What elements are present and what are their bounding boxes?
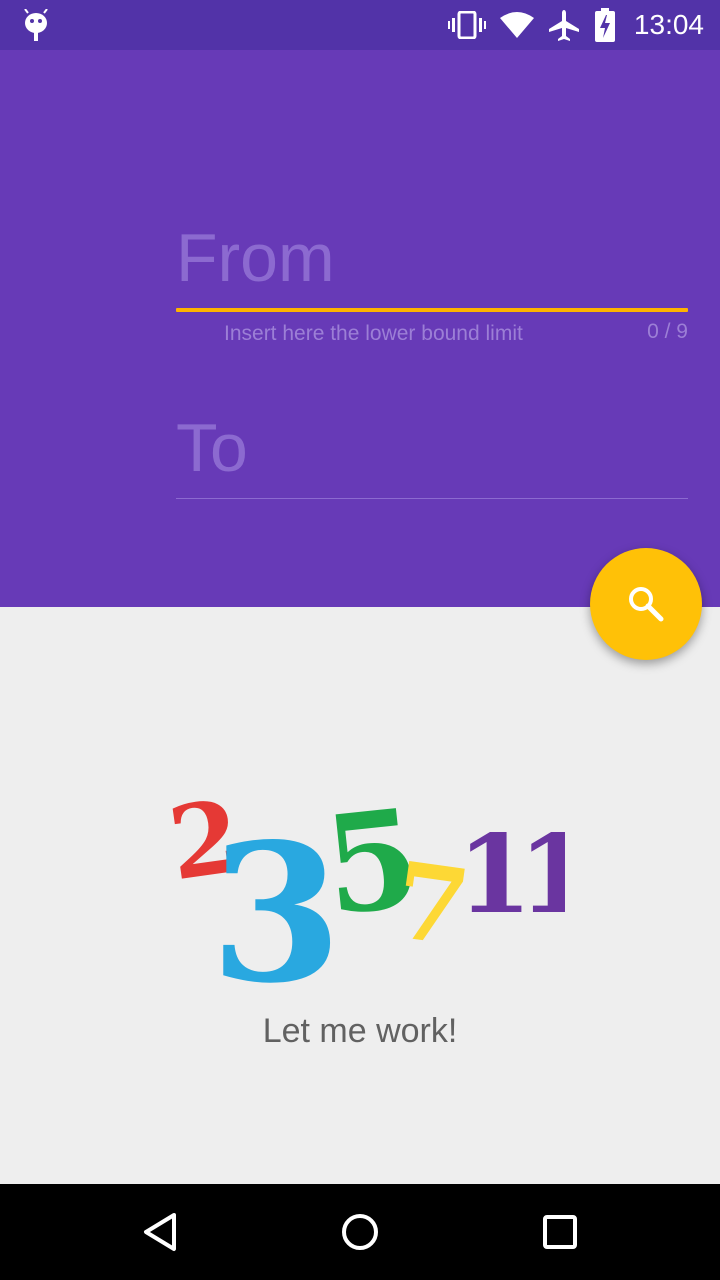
search-icon (626, 584, 666, 624)
from-field[interactable]: From (176, 210, 688, 320)
recents-button[interactable] (530, 1202, 590, 1262)
from-char-counter: 0 / 9 (647, 320, 688, 343)
navigation-bar (0, 1184, 720, 1280)
logo-digit: 11 (457, 812, 565, 938)
status-message: Let me work! (262, 1012, 458, 1050)
input-header: From Insert here the lower bound limit 0… (0, 50, 720, 607)
status-bar: 13:04 (0, 0, 720, 50)
vibrate-icon (447, 11, 486, 39)
to-input-placeholder[interactable]: To (176, 408, 248, 488)
home-icon (340, 1212, 380, 1252)
android-icon (22, 9, 50, 41)
home-button[interactable] (330, 1202, 390, 1262)
back-icon (142, 1212, 178, 1252)
prime-numbers-logo: 2 3 5 7 11 (162, 777, 597, 1025)
from-helper-text: Insert here the lower bound limit (224, 322, 523, 345)
battery-charging-icon (594, 8, 616, 42)
from-input-placeholder[interactable]: From (176, 218, 335, 298)
search-button[interactable] (590, 548, 702, 660)
back-button[interactable] (130, 1202, 190, 1262)
status-time: 13:04 (633, 9, 704, 40)
airplane-icon (548, 9, 580, 41)
to-underline (176, 498, 688, 499)
to-field[interactable]: To (176, 400, 688, 500)
wifi-icon (499, 12, 534, 38)
from-underline (176, 308, 688, 312)
recents-icon (542, 1214, 578, 1250)
